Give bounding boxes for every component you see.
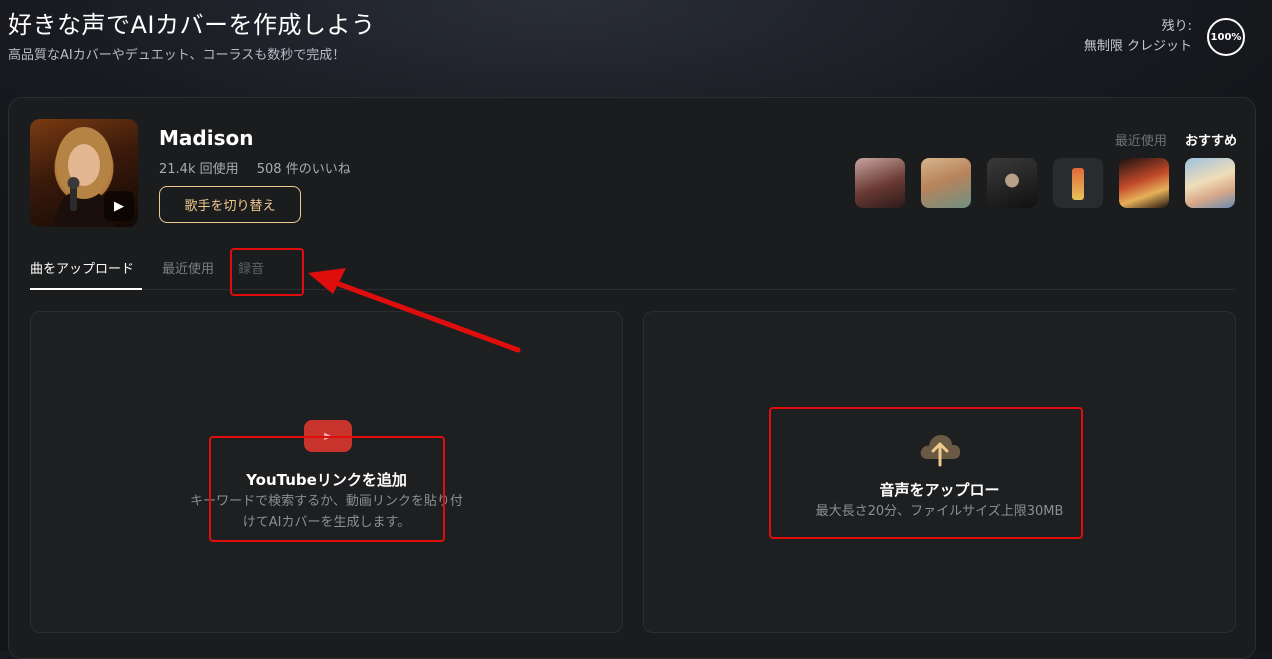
recommend-tab-recent[interactable]: 最近使用: [1115, 134, 1167, 149]
youtube-link-card[interactable]: ▶ YouTubeリンクを追加 キーワードで検索するか、動画リンクを貼り付 けて…: [30, 311, 623, 633]
singer-avatar-option[interactable]: [987, 158, 1037, 208]
singer-likes: 508 件のいいね: [256, 162, 351, 177]
singer-avatar-option[interactable]: [1119, 158, 1169, 208]
singer-uses: 21.4k 回使用: [159, 162, 239, 177]
bottle-icon: [1072, 168, 1084, 200]
singer-name: Madison: [159, 126, 254, 150]
singer-avatar-option[interactable]: [1185, 158, 1235, 208]
page-subtitle: 高品質なAIカバーやデュエット、コーラスも数秒で完成！: [8, 48, 346, 63]
singer-avatar-option[interactable]: [1053, 158, 1103, 208]
active-tab-indicator: [30, 288, 142, 290]
singer-avatar-option[interactable]: [921, 158, 971, 208]
tab-upload-song[interactable]: 曲をアップロード: [30, 258, 134, 277]
tab-recent[interactable]: 最近使用: [162, 258, 214, 277]
singer-stats: 21.4k 回使用 508 件のいいね: [159, 158, 351, 177]
credits-label: 残り:: [1161, 19, 1192, 34]
singer-avatar[interactable]: ▶: [30, 119, 138, 227]
audio-upload-card[interactable]: 音声をアップロー 最大長さ20分、ファイルサイズ上限30MB: [643, 311, 1236, 633]
switch-singer-button[interactable]: 歌手を切り替え: [159, 186, 301, 223]
play-icon: ▶: [114, 198, 124, 214]
page-title: 好きな声でAIカバーを作成しよう: [8, 11, 376, 39]
annotation-box-upload: [769, 407, 1083, 539]
tab-divider: [30, 289, 1235, 290]
credits-percent: 100%: [1210, 31, 1242, 43]
credits-progress-ring[interactable]: 100%: [1207, 18, 1245, 56]
singer-avatar-option[interactable]: [855, 158, 905, 208]
recommend-tab-featured[interactable]: おすすめ: [1185, 134, 1237, 149]
annotation-box-record: [230, 248, 304, 296]
credits-value: 無制限 クレジット: [1083, 39, 1192, 54]
play-button[interactable]: ▶: [104, 191, 134, 221]
create-panel: ▶ Madison 21.4k 回使用 508 件のいいね 歌手を切り替え 最近…: [8, 97, 1256, 659]
credits-info: 残り: 無制限 クレジット: [1084, 17, 1192, 57]
annotation-box-youtube: [209, 436, 445, 542]
recommend-tabs: 最近使用 おすすめ: [1101, 130, 1237, 149]
